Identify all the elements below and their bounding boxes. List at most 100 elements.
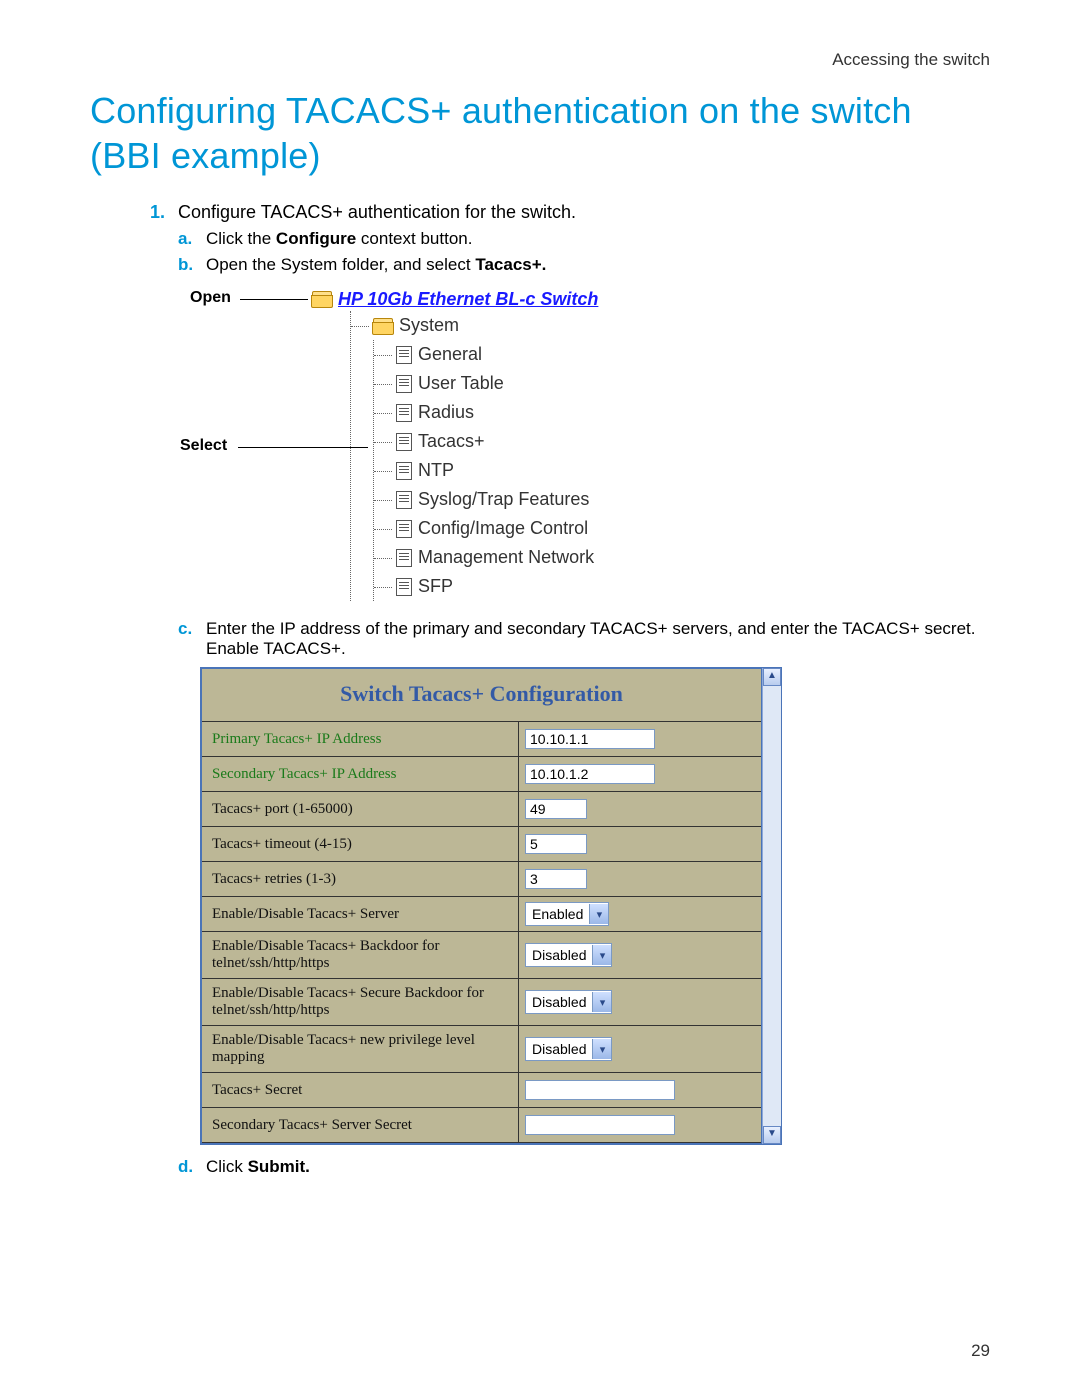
tree-item[interactable]: Config/Image Control — [374, 514, 720, 543]
tree-item-label: SFP — [418, 576, 453, 597]
folder-open-icon — [312, 291, 332, 307]
config-input[interactable] — [525, 834, 587, 854]
config-label: Enable/Disable Tacacs+ Server — [202, 897, 519, 931]
document-icon — [396, 404, 412, 422]
config-value-cell: Enabled▾ — [519, 897, 761, 931]
document-icon — [396, 549, 412, 567]
tree-item[interactable]: Radius — [374, 398, 720, 427]
config-label: Enable/Disable Tacacs+ new privilege lev… — [202, 1026, 519, 1072]
document-icon — [396, 375, 412, 393]
config-input[interactable] — [525, 1080, 675, 1100]
config-row: Tacacs+ retries (1-3) — [202, 862, 761, 897]
substep-ordinal-b: b. — [178, 255, 206, 275]
config-value-cell — [519, 792, 761, 826]
tree-item[interactable]: User Table — [374, 369, 720, 398]
config-row: Primary Tacacs+ IP Address — [202, 722, 761, 757]
chevron-down-icon[interactable]: ▾ — [592, 1039, 611, 1059]
tree-item-label: Config/Image Control — [418, 518, 588, 539]
folder-open-icon — [373, 318, 393, 334]
tree-item-label: General — [418, 344, 482, 365]
config-row: Enable/Disable Tacacs+ new privilege lev… — [202, 1026, 761, 1073]
config-value-cell — [519, 1108, 761, 1142]
tree-item-label: Tacacs+ — [418, 431, 485, 452]
breadcrumb: Accessing the switch — [90, 50, 990, 70]
chevron-down-icon[interactable]: ▾ — [592, 945, 611, 965]
config-row: Tacacs+ timeout (4-15) — [202, 827, 761, 862]
tree-item[interactable]: Tacacs+ — [374, 427, 720, 456]
tree-item-label: User Table — [418, 373, 504, 394]
config-label: Enable/Disable Tacacs+ Backdoor for teln… — [202, 932, 519, 978]
config-row: Enable/Disable Tacacs+ ServerEnabled▾ — [202, 897, 761, 932]
config-label: Secondary Tacacs+ Server Secret — [202, 1108, 519, 1142]
step-ordinal: 1. — [150, 202, 178, 223]
config-value-cell: Disabled▾ — [519, 1026, 761, 1072]
config-input[interactable] — [525, 729, 655, 749]
tree-item-label: Radius — [418, 402, 474, 423]
select-value: Disabled — [526, 1041, 592, 1057]
tree-item[interactable]: Syslog/Trap Features — [374, 485, 720, 514]
select-value: Disabled — [526, 947, 592, 963]
document-icon — [396, 491, 412, 509]
tree-item[interactable]: NTP — [374, 456, 720, 485]
callout-select: Select — [180, 437, 227, 455]
document-icon — [396, 578, 412, 596]
config-label: Primary Tacacs+ IP Address — [202, 722, 519, 756]
substep-ordinal-a: a. — [178, 229, 206, 249]
panel-title: Switch Tacacs+ Configuration — [202, 669, 761, 722]
config-label: Enable/Disable Tacacs+ Secure Backdoor f… — [202, 979, 519, 1025]
tree-item-label: Management Network — [418, 547, 594, 568]
substep-ordinal-c: c. — [178, 619, 206, 659]
page-title: Configuring TACACS+ authentication on th… — [90, 88, 990, 178]
config-row: Enable/Disable Tacacs+ Backdoor for teln… — [202, 932, 761, 979]
config-row: Secondary Tacacs+ Server Secret — [202, 1108, 761, 1143]
config-row: Tacacs+ Secret — [202, 1073, 761, 1108]
config-value-cell — [519, 757, 761, 791]
config-select[interactable]: Enabled▾ — [525, 902, 609, 926]
config-input[interactable] — [525, 764, 655, 784]
select-value: Disabled — [526, 994, 592, 1010]
tree-folder-system[interactable]: System — [351, 311, 720, 340]
document-icon — [396, 462, 412, 480]
chevron-down-icon[interactable]: ▾ — [592, 992, 611, 1012]
select-value: Enabled — [526, 906, 589, 922]
page-number: 29 — [971, 1341, 990, 1361]
substep-d-text: Click Submit. — [206, 1157, 310, 1177]
config-select[interactable]: Disabled▾ — [525, 990, 612, 1014]
tree-item[interactable]: Management Network — [374, 543, 720, 572]
substep-a-text: Click the Configure context button. — [206, 229, 472, 249]
substep-ordinal-d: d. — [178, 1157, 206, 1177]
scrollbar[interactable]: ▲ ▼ — [762, 668, 781, 1144]
tree-item[interactable]: General — [374, 340, 720, 369]
document-icon — [396, 346, 412, 364]
config-label: Tacacs+ port (1-65000) — [202, 792, 519, 826]
config-label: Secondary Tacacs+ IP Address — [202, 757, 519, 791]
tree-root-link[interactable]: HP 10Gb Ethernet BL-c Switch — [338, 289, 598, 310]
document-icon — [396, 520, 412, 538]
chevron-down-icon[interactable]: ▾ — [589, 904, 608, 924]
config-select[interactable]: Disabled▾ — [525, 943, 612, 967]
config-value-cell — [519, 862, 761, 896]
config-value-cell — [519, 1073, 761, 1107]
config-label: Tacacs+ timeout (4-15) — [202, 827, 519, 861]
step-text: Configure TACACS+ authentication for the… — [178, 202, 576, 223]
config-input[interactable] — [525, 869, 587, 889]
config-value-cell: Disabled▾ — [519, 932, 761, 978]
document-icon — [396, 433, 412, 451]
scroll-down-icon[interactable]: ▼ — [763, 1126, 781, 1144]
config-row: Secondary Tacacs+ IP Address — [202, 757, 761, 792]
substep-b-text: Open the System folder, and select Tacac… — [206, 255, 546, 275]
config-panel: Switch Tacacs+ Configuration Primary Tac… — [200, 667, 782, 1145]
tree-item[interactable]: SFP — [374, 572, 720, 601]
callout-open: Open — [190, 289, 231, 307]
tree-item-label: Syslog/Trap Features — [418, 489, 589, 510]
tree-item-label: NTP — [418, 460, 454, 481]
config-input[interactable] — [525, 799, 587, 819]
config-label: Tacacs+ Secret — [202, 1073, 519, 1107]
config-row: Tacacs+ port (1-65000) — [202, 792, 761, 827]
config-row: Enable/Disable Tacacs+ Secure Backdoor f… — [202, 979, 761, 1026]
substep-c-text: Enter the IP address of the primary and … — [206, 619, 990, 659]
config-select[interactable]: Disabled▾ — [525, 1037, 612, 1061]
config-input[interactable] — [525, 1115, 675, 1135]
scroll-up-icon[interactable]: ▲ — [763, 668, 781, 686]
config-label: Tacacs+ retries (1-3) — [202, 862, 519, 896]
